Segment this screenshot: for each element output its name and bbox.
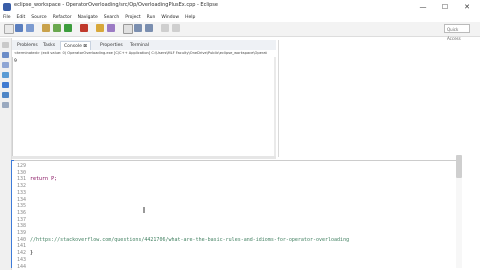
- line-number: 140: [17, 236, 27, 243]
- console-horizontal-scrollbar[interactable]: [12, 156, 276, 159]
- right-view-panel: [278, 40, 476, 157]
- menu-refactor[interactable]: Refactor: [53, 15, 72, 20]
- call-hierarchy-icon[interactable]: [2, 92, 9, 98]
- menu-source[interactable]: Source: [31, 15, 46, 20]
- line-number: 143: [17, 256, 27, 263]
- back-icon[interactable]: [161, 24, 169, 32]
- menu-edit[interactable]: Edit: [17, 15, 26, 20]
- toolbar: [0, 22, 480, 37]
- new-class-icon[interactable]: [96, 24, 104, 32]
- line-number: 137: [17, 216, 27, 223]
- line-number: 132: [17, 183, 27, 190]
- save-all-icon[interactable]: [26, 24, 34, 32]
- type-hierarchy-icon[interactable]: [2, 102, 9, 108]
- editor-scrollbar-track[interactable]: [456, 178, 462, 268]
- maximize-button[interactable]: ☐: [434, 0, 456, 14]
- open-type-icon[interactable]: [107, 24, 115, 32]
- menu-navigate[interactable]: Navigate: [78, 15, 98, 20]
- debug-icon[interactable]: [53, 24, 61, 32]
- tab-tasks[interactable]: Tasks: [40, 41, 58, 50]
- line-number: 135: [17, 203, 27, 210]
- text-cursor-icon: [143, 198, 145, 213]
- eclipse-app-icon: [3, 3, 11, 11]
- save-icon[interactable]: [15, 24, 23, 32]
- tab-terminal[interactable]: Terminal: [127, 41, 152, 50]
- window-title: eclipse_workspace - OperatorOverloading/…: [14, 2, 218, 8]
- console-status: <terminated> (exit value: 0) OperatorOve…: [12, 50, 276, 57]
- tab-console[interactable]: Console ⊠: [60, 41, 92, 50]
- new-file-icon[interactable]: [4, 24, 14, 34]
- outline-icon[interactable]: [2, 62, 9, 68]
- line-number: 141: [17, 243, 27, 250]
- project-explorer-icon[interactable]: [2, 52, 9, 58]
- line-number: 133: [17, 189, 27, 196]
- include-browser-icon[interactable]: [2, 72, 9, 78]
- menu-search[interactable]: Search: [104, 15, 119, 20]
- quick-access-input[interactable]: Quick Access: [444, 24, 470, 41]
- line-number: 139: [17, 230, 27, 236]
- code-line[interactable]: return P;: [30, 176, 57, 182]
- tab-problems[interactable]: Problems: [14, 41, 41, 50]
- console-output-text: 9: [14, 59, 17, 64]
- menu-help[interactable]: Help: [185, 15, 195, 20]
- line-number: 144: [17, 263, 27, 270]
- console-output-area[interactable]: [12, 57, 276, 157]
- restore-icon[interactable]: [2, 42, 9, 48]
- menu-project[interactable]: Project: [125, 15, 140, 20]
- close-button[interactable]: ✕: [456, 0, 478, 14]
- forward-icon[interactable]: [172, 24, 180, 32]
- line-number: 136: [17, 209, 27, 216]
- editor-scrollbar-thumb[interactable]: [456, 155, 462, 178]
- previous-annotation-icon[interactable]: [145, 24, 153, 32]
- line-number: 131: [17, 176, 27, 183]
- make-target-icon[interactable]: [2, 82, 9, 88]
- run-icon[interactable]: [64, 24, 72, 32]
- line-number: 134: [17, 196, 27, 203]
- menu-window[interactable]: Window: [161, 15, 179, 20]
- code-editor[interactable]: [12, 160, 460, 269]
- minimize-button[interactable]: —: [412, 0, 434, 14]
- code-line[interactable]: //https://stackoverflow.com/questions/44…: [30, 237, 349, 243]
- tab-properties[interactable]: Properties: [97, 41, 126, 50]
- external-tools-icon[interactable]: [80, 24, 88, 32]
- line-number: 138: [17, 223, 27, 230]
- code-line[interactable]: }: [30, 250, 33, 256]
- line-number: 142: [17, 250, 27, 257]
- line-number: 130: [17, 169, 27, 176]
- search-icon[interactable]: [123, 24, 133, 34]
- menu-run[interactable]: Run: [147, 15, 156, 20]
- menu-items: File Edit Source Refactor Navigate Searc…: [3, 15, 201, 20]
- build-icon[interactable]: [42, 24, 50, 32]
- next-annotation-icon[interactable]: [134, 24, 142, 32]
- line-number: 129: [17, 163, 27, 169]
- console-vertical-scrollbar[interactable]: [274, 57, 276, 157]
- menu-file[interactable]: File: [3, 15, 11, 20]
